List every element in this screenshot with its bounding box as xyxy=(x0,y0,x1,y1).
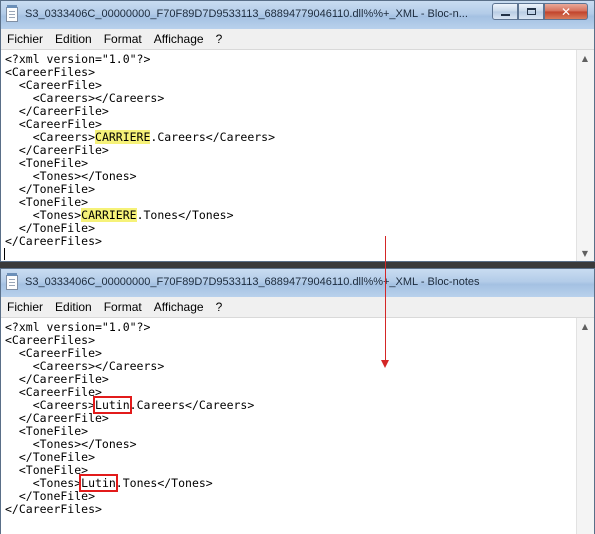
code-text: <Careers></Careers> xyxy=(5,359,165,373)
code-text: <CareerFile> xyxy=(5,117,102,131)
code-text: </CareerFile> xyxy=(5,372,109,386)
code-text: <ToneFile> xyxy=(5,463,89,477)
code-text: <?xml version="1.0"?> xyxy=(5,52,151,66)
maximize-icon xyxy=(526,8,536,15)
code-text: .Tones</Tones> xyxy=(136,208,234,222)
vertical-scrollbar[interactable]: ▲ ▼ xyxy=(576,50,594,261)
menu-edition[interactable]: Edition xyxy=(49,32,98,46)
code-text: <CareerFiles> xyxy=(5,65,96,79)
scroll-up-icon[interactable]: ▲ xyxy=(577,50,593,66)
code-text: </ToneFile> xyxy=(5,221,96,235)
code-text: <ToneFile> xyxy=(5,424,89,438)
menu-fichier[interactable]: Fichier xyxy=(1,300,49,314)
code-text: <Careers> xyxy=(5,398,96,412)
menu-format[interactable]: Format xyxy=(98,32,148,46)
title-bar[interactable]: S3_0333406C_00000000_F70F89D7D9533113_68… xyxy=(1,269,594,298)
code-text: <CareerFile> xyxy=(5,385,102,399)
notepad-icon xyxy=(6,5,18,22)
menu-format[interactable]: Format xyxy=(98,300,148,314)
code-line: </CareerFile> xyxy=(5,144,577,157)
code-text: <CareerFiles> xyxy=(5,333,96,347)
code-text: <Tones> xyxy=(5,476,82,490)
highlighted-text: CARRIERE xyxy=(81,208,137,222)
text-editor[interactable]: <?xml version="1.0"?> <CareerFiles> <Care… xyxy=(1,318,577,534)
code-text: </ToneFile> xyxy=(5,450,96,464)
code-line: </ToneFile> xyxy=(5,183,577,196)
code-text: </ToneFile> xyxy=(5,489,96,503)
arrow-down-icon xyxy=(381,360,389,368)
menu-bar: Fichier Edition Format Affichage ? xyxy=(1,297,594,318)
highlighted-text: CARRIERE xyxy=(95,130,151,144)
code-line: </ToneFile> xyxy=(5,451,577,464)
vertical-scrollbar[interactable]: ▲ xyxy=(576,318,594,534)
code-line: </CareerFile> xyxy=(5,412,577,425)
menu-edition[interactable]: Edition xyxy=(49,300,98,314)
notepad-window-bottom: S3_0333406C_00000000_F70F89D7D9533113_68… xyxy=(0,268,595,534)
code-text: <CareerFile> xyxy=(5,78,102,92)
code-text: </CareerFile> xyxy=(5,104,109,118)
window-controls: ✕ xyxy=(492,3,588,21)
notepad-window-top: S3_0333406C_00000000_F70F89D7D9533113_68… xyxy=(0,0,595,262)
code-text: .Careers</Careers> xyxy=(129,398,255,412)
code-text: <Tones></Tones> xyxy=(5,169,137,183)
minimize-button[interactable] xyxy=(492,3,518,20)
code-text: <ToneFile> xyxy=(5,195,89,209)
close-button[interactable]: ✕ xyxy=(544,3,588,20)
annotated-text: Lutin xyxy=(93,396,132,414)
code-text: </CareerFile> xyxy=(5,143,109,157)
text-editor[interactable]: <?xml version="1.0"?> <CareerFiles> <Care… xyxy=(1,50,577,261)
menu-bar: Fichier Edition Format Affichage ? xyxy=(1,29,594,50)
text-cursor xyxy=(4,248,5,260)
window-title: S3_0333406C_00000000_F70F89D7D9533113_68… xyxy=(25,276,480,288)
code-text: <Tones></Tones> xyxy=(5,437,137,451)
xml-content: <?xml version="1.0"?> <CareerFiles> <Care… xyxy=(1,50,577,248)
window-title: S3_0333406C_00000000_F70F89D7D9533113_68… xyxy=(25,8,468,20)
xml-content: <?xml version="1.0"?> <CareerFiles> <Care… xyxy=(1,318,577,516)
code-text: </CareerFiles> xyxy=(5,502,102,516)
menu-fichier[interactable]: Fichier xyxy=(1,32,49,46)
notepad-icon xyxy=(6,273,18,290)
code-line: </CareerFiles> xyxy=(5,235,577,248)
maximize-button[interactable] xyxy=(518,3,544,20)
menu-affichage[interactable]: Affichage xyxy=(148,300,210,314)
code-text: <Tones> xyxy=(5,208,82,222)
menu-affichage[interactable]: Affichage xyxy=(148,32,210,46)
code-text: .Tones</Tones> xyxy=(115,476,213,490)
code-text: <Careers> xyxy=(5,130,96,144)
title-bar[interactable]: S3_0333406C_00000000_F70F89D7D9533113_68… xyxy=(1,1,594,30)
code-text: <CareerFile> xyxy=(5,346,102,360)
minimize-icon xyxy=(500,13,510,16)
code-text: </ToneFile> xyxy=(5,182,96,196)
code-text: <?xml version="1.0"?> xyxy=(5,320,151,334)
scroll-up-icon[interactable]: ▲ xyxy=(577,318,593,334)
code-text: </CareerFile> xyxy=(5,411,109,425)
menu-help[interactable]: ? xyxy=(210,32,229,46)
code-text: <ToneFile> xyxy=(5,156,89,170)
code-text: .Careers</Careers> xyxy=(150,130,276,144)
close-icon: ✕ xyxy=(560,4,572,19)
annotated-text: Lutin xyxy=(79,474,118,492)
code-line: </CareerFiles> xyxy=(5,503,577,516)
annotation-arrow-shaft xyxy=(385,236,386,362)
code-text: </CareerFiles> xyxy=(5,234,102,248)
code-text: <Careers></Careers> xyxy=(5,91,165,105)
menu-help[interactable]: ? xyxy=(210,300,229,314)
scroll-down-icon[interactable]: ▼ xyxy=(577,245,593,261)
